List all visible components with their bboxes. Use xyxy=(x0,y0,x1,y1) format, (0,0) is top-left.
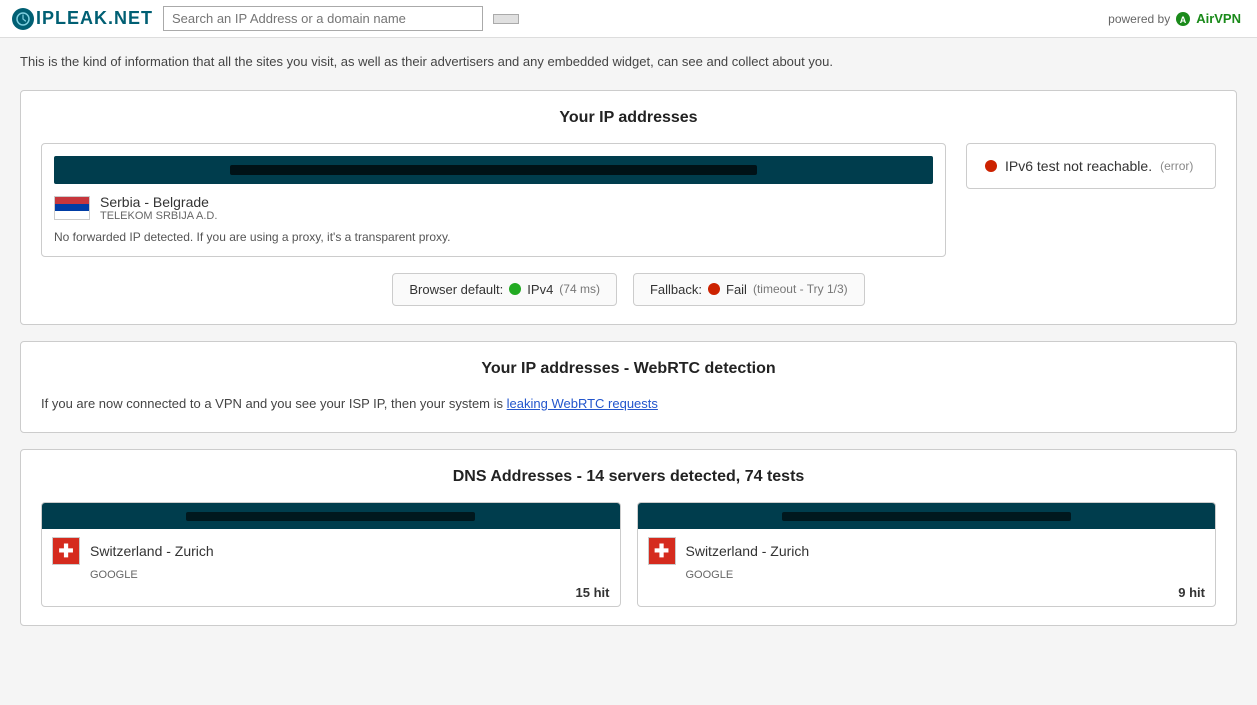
ipv6-error: (error) xyxy=(1160,159,1193,173)
dns-card: DNS Addresses - 14 servers detected, 74 … xyxy=(20,449,1237,626)
dns-item-2: ✚ Switzerland - Zurich GOOGLE 9 hit xyxy=(637,502,1217,607)
dns-hits-2: 9 hit xyxy=(638,583,1216,606)
dns-grid: ✚ Switzerland - Zurich GOOGLE 15 hit ✚ S… xyxy=(41,502,1216,607)
dns-city-1: Switzerland - Zurich xyxy=(90,543,214,559)
webrtc-static-text: If you are now connected to a VPN and yo… xyxy=(41,396,503,411)
logo-icon xyxy=(12,8,34,30)
airvpn-label: AirVPN xyxy=(1196,11,1241,26)
search-input[interactable] xyxy=(163,6,483,31)
dns-city-2: Switzerland - Zurich xyxy=(686,543,810,559)
dns-redacted-1 xyxy=(186,512,475,521)
dns-isp-1: GOOGLE xyxy=(42,569,620,583)
dns-card-title: DNS Addresses - 14 servers detected, 74 … xyxy=(41,468,1216,486)
svg-text:A: A xyxy=(1180,15,1187,25)
search-button[interactable] xyxy=(493,14,519,24)
browser-ms: (74 ms) xyxy=(559,282,600,296)
fallback-status: Fail xyxy=(726,282,747,297)
flag-switzerland-2: ✚ xyxy=(648,537,676,565)
flag-switzerland-1: ✚ xyxy=(52,537,80,565)
webrtc-link[interactable]: leaking WebRTC requests xyxy=(507,396,658,411)
dns-redacted-2 xyxy=(782,512,1071,521)
dns-location-1: ✚ Switzerland - Zurich xyxy=(42,529,620,569)
dns-bar-1 xyxy=(42,503,620,529)
fallback-detail: (timeout - Try 1/3) xyxy=(753,282,848,296)
ip-section: Serbia - Belgrade TELEKOM SRBIJA a.d. No… xyxy=(41,143,1216,257)
powered-by: powered by A AirVPN xyxy=(1108,11,1241,27)
header: IPLEAK.NET powered by A AirVPN xyxy=(0,0,1257,38)
dns-bar-2 xyxy=(638,503,1216,529)
logo-text: IPLEAK.NET xyxy=(36,8,153,29)
dns-hits-1: 15 hit xyxy=(42,583,620,606)
webrtc-card: Your IP addresses - WebRTC detection If … xyxy=(20,341,1237,434)
fallback-label: Fallback: xyxy=(650,282,702,297)
ip-bar xyxy=(54,156,933,184)
location-isp: TELEKOM SRBIJA a.d. xyxy=(100,210,217,222)
ipv6-panel: IPv6 test not reachable. (error) xyxy=(966,143,1216,189)
ip-location: Serbia - Belgrade TELEKOM SRBIJA a.d. xyxy=(54,194,933,222)
browser-protocol: IPv4 xyxy=(527,282,553,297)
fallback-status-dot xyxy=(708,283,720,295)
dns-isp-2: GOOGLE xyxy=(638,569,1216,583)
fallback-badge: Fallback: Fail (timeout - Try 1/3) xyxy=(633,273,865,306)
no-forward-text: No forwarded IP detected. If you are usi… xyxy=(54,230,933,244)
webrtc-text: If you are now connected to a VPN and yo… xyxy=(41,394,1216,415)
location-details: Serbia - Belgrade TELEKOM SRBIJA a.d. xyxy=(100,194,217,222)
swiss-cross-1: ✚ xyxy=(58,542,73,560)
location-city: Serbia - Belgrade xyxy=(100,194,217,210)
ip-left-panel: Serbia - Belgrade TELEKOM SRBIJA a.d. No… xyxy=(41,143,946,257)
logo: IPLEAK.NET xyxy=(12,8,153,30)
browser-default-label: Browser default: xyxy=(409,282,503,297)
webrtc-card-title: Your IP addresses - WebRTC detection xyxy=(41,360,1216,378)
flag-serbia xyxy=(54,196,90,220)
swiss-cross-2: ✚ xyxy=(654,542,669,560)
dns-item-1: ✚ Switzerland - Zurich GOOGLE 15 hit xyxy=(41,502,621,607)
ip-addresses-card: Your IP addresses Serbia - Belgrade TELE… xyxy=(20,90,1237,325)
ip-redacted xyxy=(230,165,757,175)
dns-location-2: ✚ Switzerland - Zurich xyxy=(638,529,1216,569)
main-content: This is the kind of information that all… xyxy=(0,38,1257,640)
powered-by-label: powered by xyxy=(1108,12,1170,26)
ipv6-label: IPv6 test not reachable. xyxy=(1005,158,1152,174)
intro-text: This is the kind of information that all… xyxy=(20,52,1237,72)
browser-default-badge: Browser default: IPv4 (74 ms) xyxy=(392,273,617,306)
ip-card-title: Your IP addresses xyxy=(41,109,1216,127)
browser-status-dot xyxy=(509,283,521,295)
airvpn-icon: A xyxy=(1175,11,1191,27)
ipv6-status-dot xyxy=(985,160,997,172)
ip-badges: Browser default: IPv4 (74 ms) Fallback: … xyxy=(41,273,1216,306)
